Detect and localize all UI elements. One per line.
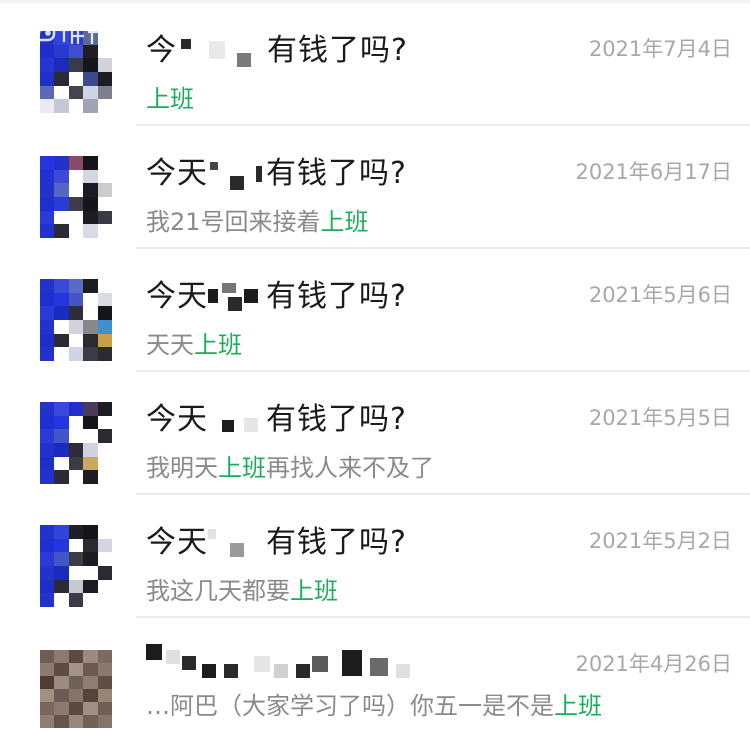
avatar[interactable] xyxy=(40,402,112,484)
preview-text: 我这几天都要 xyxy=(146,577,290,605)
redaction-mosaic xyxy=(208,528,266,559)
chat-message-preview: 天天上班 xyxy=(146,325,242,360)
chat-title-end: 有钱了吗? xyxy=(266,402,407,437)
chat-title-end: 有钱了吗? xyxy=(267,33,408,68)
redaction-mosaic xyxy=(177,37,267,67)
avatar[interactable] xyxy=(40,279,112,361)
search-results-list: 今有钱了吗? 2021年7月4日 上班 今天 有钱了吗? 2021年6月17日 我… xyxy=(0,0,750,730)
avatar[interactable] xyxy=(40,650,112,728)
redaction-mosaic xyxy=(208,282,266,313)
chat-message-preview: 我明天上班再找人来不及了 xyxy=(146,448,434,483)
chat-date: 2021年5月2日 xyxy=(588,529,732,553)
chat-title-start: 今天 xyxy=(146,156,208,191)
preview-highlight-keyword: 上班 xyxy=(290,577,338,605)
preview-highlight-keyword: 上班 xyxy=(194,331,242,359)
chat-title: 今天 有钱了吗? xyxy=(146,148,407,192)
chat-title-end: 有钱了吗? xyxy=(266,279,407,314)
chat-date: 2021年4月26日 xyxy=(575,652,732,676)
chat-title-start: 今天 xyxy=(146,525,208,560)
preview-text: 天天 xyxy=(146,331,194,359)
chat-message-preview: …阿巴（大家学习了吗）你五一是不是上班 xyxy=(146,686,602,721)
chat-date: 2021年5月5日 xyxy=(588,406,732,430)
chat-title-start: 今天 xyxy=(146,402,208,437)
chat-result-row[interactable]: 今天 有钱了吗? 2021年6月17日 我21号回来接着上班 xyxy=(0,126,750,249)
redaction-mosaic xyxy=(208,406,266,436)
chat-title-start: 今天 xyxy=(146,279,208,314)
redaction-mosaic-title xyxy=(146,640,426,680)
chat-result-row[interactable]: 2021年4月26日 …阿巴（大家学习了吗）你五一是不是上班 xyxy=(0,618,750,730)
preview-highlight-keyword: 上班 xyxy=(554,692,602,720)
chat-title-end: 有钱了吗? xyxy=(266,156,407,191)
chat-message-preview: 我这几天都要上班 xyxy=(146,571,338,606)
chat-title: 今天 有钱了吗? xyxy=(146,394,407,438)
chat-title: 今天 有钱了吗? xyxy=(146,271,407,315)
chat-message-preview: 上班 xyxy=(146,79,194,114)
avatar[interactable] xyxy=(40,525,112,607)
chat-result-row[interactable]: 今天 有钱了吗? 2021年5月5日 我明天上班再找人来不及了 xyxy=(0,372,750,495)
preview-text-tail: 再找人来不及了 xyxy=(266,454,434,482)
chat-title: 今天 有钱了吗? xyxy=(146,517,407,561)
preview-text: …阿巴（大家学习了吗）你五一是不是 xyxy=(146,692,554,720)
chat-title-end: 有钱了吗? xyxy=(266,525,407,560)
avatar[interactable] xyxy=(40,156,112,238)
chat-result-row[interactable]: 今天 有钱了吗? 2021年5月6日 天天上班 xyxy=(0,249,750,372)
preview-highlight-keyword: 上班 xyxy=(146,85,194,113)
game-watermark-logo-icon xyxy=(22,6,127,58)
preview-highlight-keyword: 上班 xyxy=(320,208,369,236)
chat-date: 2021年5月6日 xyxy=(588,283,732,307)
chat-title: 今 有钱了吗? xyxy=(146,25,408,69)
chat-date: 2021年7月4日 xyxy=(588,37,732,61)
chat-date: 2021年6月17日 xyxy=(575,160,732,184)
preview-text: 我21号回来接着 xyxy=(146,208,321,236)
preview-highlight-keyword: 上班 xyxy=(218,454,266,482)
redaction-mosaic xyxy=(208,160,266,190)
preview-text: 我明天 xyxy=(146,454,218,482)
chat-title-start: 今 xyxy=(146,33,177,68)
chat-result-row[interactable]: 今天 有钱了吗? 2021年5月2日 我这几天都要上班 xyxy=(0,495,750,618)
chat-message-preview: 我21号回来接着上班 xyxy=(146,202,369,237)
